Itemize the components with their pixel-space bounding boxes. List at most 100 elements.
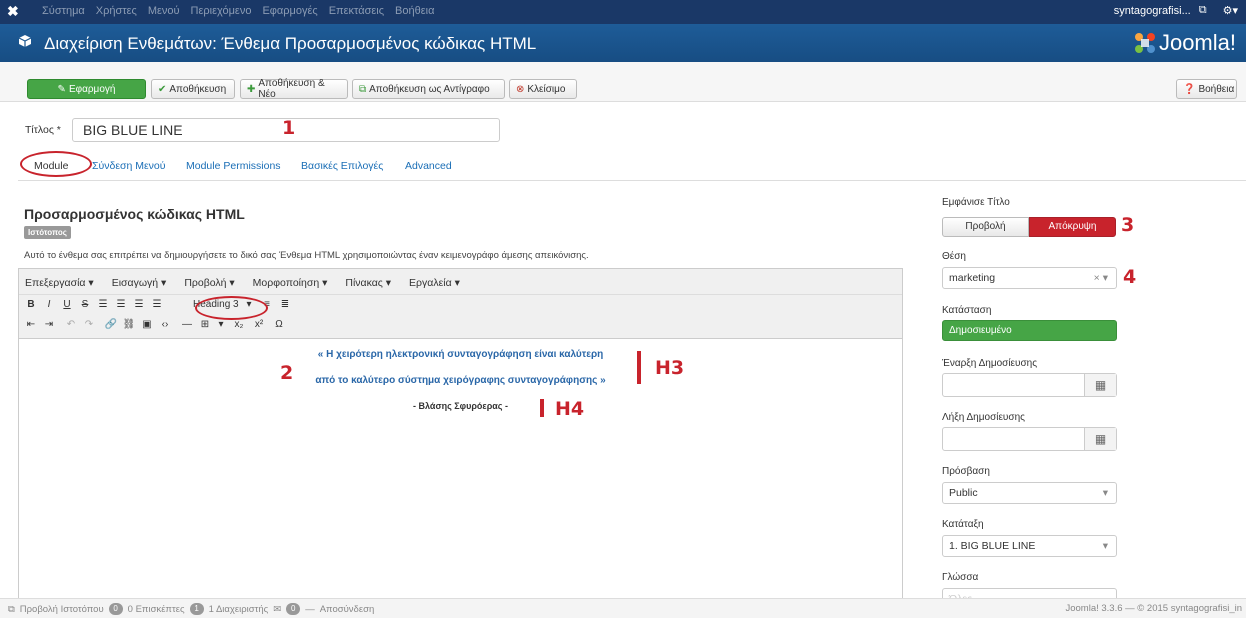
- external-link-icon: ⧉: [8, 603, 15, 615]
- title-label: Τίτλος *: [25, 124, 61, 136]
- editor-menu-edit[interactable]: Επεξεργασία ▾: [25, 277, 94, 289]
- editor-menu-table[interactable]: Πίνακας ▾: [345, 277, 391, 289]
- access-label: Πρόσβαση: [942, 466, 990, 477]
- module-description: Αυτό το ένθεμα σας επιτρέπει να δημιουργ…: [24, 250, 589, 261]
- help-button[interactable]: ❓ Βοήθεια: [1176, 79, 1237, 99]
- show-title-label: Εμφάνισε Τίτλο: [942, 197, 1010, 208]
- editor-menu-format[interactable]: Μορφοποίηση ▾: [253, 277, 328, 289]
- publish-start-label: Έναρξη Δημοσίευσης: [942, 358, 1038, 369]
- chevron-down-icon: ▾: [1102, 487, 1108, 499]
- image-icon[interactable]: ▣: [139, 317, 155, 333]
- status-select[interactable]: Δημοσιευμένο: [942, 320, 1117, 341]
- bold-icon[interactable]: B: [23, 297, 39, 313]
- gear-icon[interactable]: ⚙▾: [1223, 4, 1238, 17]
- editor-menubar: Επεξεργασία ▾ Εισαγωγή ▾ Προβολή ▾ Μορφο…: [19, 269, 902, 295]
- save-new-label: Αποθήκευση & Νέο: [258, 78, 325, 100]
- editor-toolbar: B I U S ☰ ☰ ☰ ☰ Heading 3 ▾ ≡ ≣ ⇤ ⇥ ↶ ↷ …: [19, 295, 902, 339]
- tab-module-permissions[interactable]: Module Permissions: [186, 160, 281, 172]
- view-site-link[interactable]: Προβολή Ιστοτόπου: [20, 604, 104, 615]
- tab-basic-options[interactable]: Βασικές Επιλογές: [301, 160, 383, 172]
- save-button[interactable]: ✔ Αποθήκευση: [151, 79, 235, 99]
- joomla-icon[interactable]: ✖: [7, 3, 19, 20]
- italic-icon[interactable]: I: [41, 297, 57, 313]
- position-value: marketing: [949, 272, 996, 284]
- save-label: Αποθήκευση: [169, 83, 227, 95]
- quote-line-2: από το καλύτερο σύστημα χειρόγραφης συντ…: [315, 375, 606, 386]
- link-icon[interactable]: 🔗: [103, 317, 119, 333]
- apply-label: Εφαρμογή: [68, 83, 116, 95]
- code-icon[interactable]: ‹›: [157, 317, 173, 333]
- apply-button[interactable]: ✎ Εφαρμογή: [27, 79, 146, 99]
- strikethrough-icon[interactable]: S: [77, 297, 93, 313]
- editor-menu-insert[interactable]: Εισαγωγή ▾: [112, 277, 167, 289]
- align-right-icon[interactable]: ☰: [131, 297, 147, 313]
- table-icon[interactable]: ⊞: [197, 317, 213, 333]
- annotation-1: 1: [282, 117, 296, 139]
- annotation-h3: H3: [655, 357, 685, 379]
- horizontal-rule-icon[interactable]: —: [179, 317, 195, 333]
- save-copy-button[interactable]: ⧉ Αποθήκευση ως Αντίγραφο: [352, 79, 505, 99]
- clear-x-icon[interactable]: × ▾: [1094, 272, 1108, 284]
- annotation-oval-heading: [195, 296, 268, 320]
- admins-text: 1 Διαχειριστής: [208, 603, 269, 615]
- logout-link[interactable]: Αποσύνδεση: [320, 604, 375, 615]
- status-footer: ⧉ Προβολή Ιστοτόπου 0 0 Επισκέπτες 1 1 Δ…: [0, 598, 1246, 618]
- site-name-link[interactable]: syntagografisi...: [1114, 5, 1191, 17]
- position-select[interactable]: marketing × ▾: [942, 267, 1117, 289]
- annotation-bar-h4: [540, 399, 544, 417]
- numbered-list-icon[interactable]: ≣: [277, 297, 293, 313]
- annotation-4: 4: [1123, 266, 1137, 288]
- superscript-icon[interactable]: x²: [251, 317, 267, 333]
- menu-users[interactable]: Χρήστες: [96, 5, 137, 17]
- tab-advanced[interactable]: Advanced: [405, 160, 452, 172]
- editor-menu-view[interactable]: Προβολή ▾: [184, 277, 234, 289]
- messages-icon: ✉: [273, 603, 282, 615]
- align-center-icon[interactable]: ☰: [113, 297, 129, 313]
- annotation-3: 3: [1121, 214, 1135, 236]
- menu-components[interactable]: Εφαρμογές: [262, 5, 317, 17]
- menu-extensions[interactable]: Επεκτάσεις: [329, 5, 384, 17]
- align-justify-icon[interactable]: ☰: [149, 297, 165, 313]
- save-new-button[interactable]: ✚ Αποθήκευση & Νέο: [240, 78, 348, 100]
- site-badge: Ιστότοπος: [24, 226, 71, 239]
- indent-icon[interactable]: ⇥: [41, 317, 57, 333]
- publish-end-field[interactable]: ▦: [942, 427, 1117, 451]
- undo-icon[interactable]: ↶: [63, 317, 79, 333]
- close-button[interactable]: ⊗ Κλείσιμο: [509, 79, 577, 99]
- calendar-icon[interactable]: ▦: [1084, 374, 1116, 396]
- menu-content[interactable]: Περιεχόμενο: [191, 5, 252, 17]
- editor-menu-tools[interactable]: Εργαλεία ▾: [409, 277, 460, 289]
- quote-line-1: « Η χειρότερη ηλεκτρονική συνταγογράφηση…: [317, 349, 604, 360]
- show-title-show-button[interactable]: Προβολή: [942, 217, 1029, 237]
- copy-icon: ⧉: [359, 83, 367, 95]
- editor-content[interactable]: « Η χειρότερη ηλεκτρονική συνταγογράφηση…: [19, 339, 902, 602]
- underline-icon[interactable]: U: [59, 297, 75, 313]
- unlink-icon[interactable]: ⛓: [121, 317, 137, 333]
- menu-help[interactable]: Βοήθεια: [395, 5, 434, 17]
- visitors-badge: 0: [108, 603, 123, 615]
- page-header: Διαχείριση Ενθεμάτων: Ένθεμα Προσαρμοσμέ…: [0, 24, 1246, 62]
- page-title: Διαχείριση Ενθεμάτων: Ένθεμα Προσαρμοσμέ…: [44, 34, 537, 53]
- annotation-h4: H4: [555, 398, 585, 420]
- redo-icon[interactable]: ↷: [81, 317, 97, 333]
- visitors-text: 0 Επισκέπτες: [127, 603, 185, 615]
- access-select[interactable]: Public ▾: [942, 482, 1117, 504]
- annotation-2: 2: [280, 362, 294, 384]
- menu-menus[interactable]: Μενού: [148, 5, 180, 17]
- calendar-icon[interactable]: ▦: [1084, 428, 1116, 450]
- menu-system[interactable]: Σύστημα: [42, 5, 85, 17]
- publish-start-field[interactable]: ▦: [942, 373, 1117, 397]
- outdent-icon[interactable]: ⇤: [23, 317, 39, 333]
- help-label: Βοήθεια: [1198, 83, 1235, 95]
- admins-badge: 1: [189, 603, 204, 615]
- show-title-hide-button[interactable]: Απόκρυψη: [1029, 217, 1116, 237]
- align-left-icon[interactable]: ☰: [95, 297, 111, 313]
- messages-badge: 0: [286, 603, 301, 615]
- close-label: Κλείσιμο: [527, 83, 566, 95]
- ordering-select[interactable]: 1. BIG BLUE LINE ▾: [942, 535, 1117, 557]
- tab-menu-assignment[interactable]: Σύνδεση Μενού: [92, 160, 166, 172]
- joomla-logo-icon: [1134, 33, 1155, 53]
- external-link-icon[interactable]: ⧉: [1199, 4, 1207, 17]
- special-char-icon[interactable]: Ω: [271, 317, 287, 333]
- close-icon: ⊗: [516, 83, 525, 95]
